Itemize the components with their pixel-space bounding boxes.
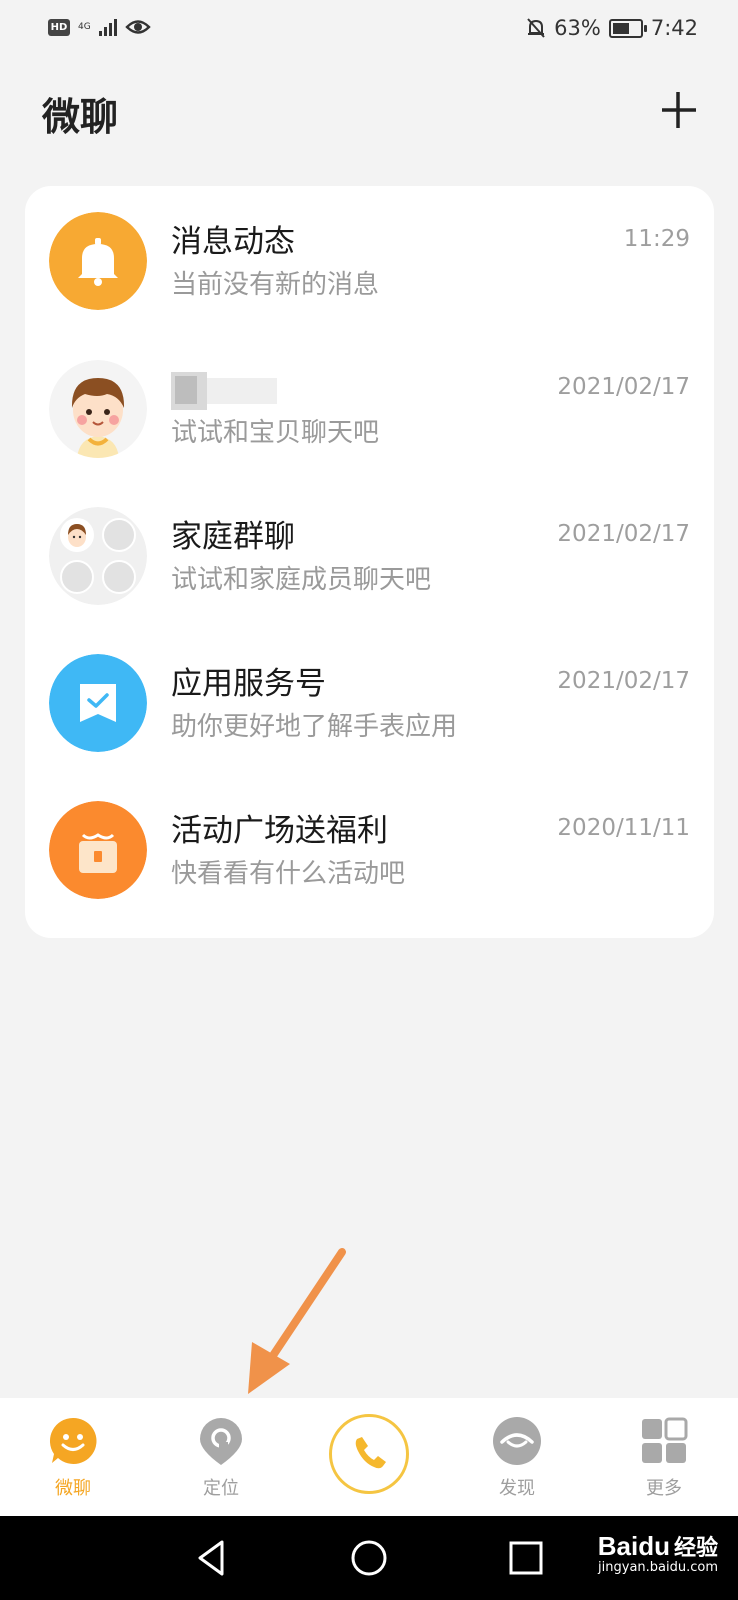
hd-badge: HD	[48, 18, 70, 36]
clock: 7:42	[650, 16, 698, 40]
battery-percent: 63%	[554, 16, 601, 40]
tab-label: 更多	[646, 1478, 682, 1499]
back-icon[interactable]	[190, 1536, 234, 1580]
conversation-time: 2020/11/11	[557, 815, 690, 841]
page-title: 微聊	[42, 95, 119, 139]
status-bar: HD 4G 63% 7:42	[0, 0, 738, 64]
status-left: HD 4G	[48, 18, 151, 36]
grid-more-icon	[642, 1417, 688, 1463]
watermark-brand: Baidu	[597, 1531, 670, 1561]
conversation-preview: 助你更好地了解手表应用	[171, 712, 458, 742]
child-avatar	[49, 360, 147, 458]
gift-icon	[49, 801, 147, 899]
signal-icon	[98, 18, 117, 36]
conversation-item-service-account[interactable]: 应用服务号 助你更好地了解手表应用 2021/02/17	[25, 628, 714, 768]
conversation-time: 11:29	[623, 226, 690, 252]
tab-chat[interactable]: 微聊	[28, 1412, 118, 1508]
conversation-item-family-group[interactable]: 家庭群聊 试试和家庭成员聊天吧 2021/02/17	[25, 481, 714, 621]
conversation-preview: 快看看有什么活动吧	[171, 859, 406, 889]
tab-more[interactable]: 更多	[619, 1412, 709, 1508]
status-right: 63% 7:42	[526, 16, 698, 40]
eye-discover-icon	[493, 1417, 541, 1465]
tab-discover[interactable]: 发现	[472, 1412, 562, 1508]
conversation-name: 家庭群聊	[171, 519, 295, 555]
service-icon	[49, 654, 147, 752]
conversation-name: 消息动态	[171, 224, 295, 260]
tab-label: 发现	[499, 1478, 535, 1499]
conversation-item-activity[interactable]: 活动广场送福利 快看看有什么活动吧 2020/11/11	[25, 775, 714, 915]
conversation-item-notifications[interactable]: 消息动态 当前没有新的消息 11:29	[25, 186, 714, 326]
battery-icon	[608, 18, 647, 38]
mute-bell-icon	[527, 18, 545, 38]
network-type: 4G	[78, 21, 91, 32]
bottom-tab-bar: 微聊 定位 发现 更多	[0, 1398, 738, 1516]
location-pin-icon	[200, 1418, 242, 1465]
baidu-watermark: Baidu 经验 jingyan.baidu.com	[598, 1530, 718, 1575]
conversation-time: 2021/02/17	[557, 521, 690, 547]
watermark-cn: 经验	[673, 1536, 718, 1561]
watermark-url: jingyan.baidu.com	[598, 1560, 718, 1575]
add-button[interactable]	[656, 88, 700, 132]
call-button[interactable]	[329, 1414, 409, 1494]
conversation-preview: 当前没有新的消息	[171, 270, 380, 300]
tab-location[interactable]: 定位	[176, 1412, 266, 1508]
conversation-list: 消息动态 当前没有新的消息 11:29 试试和宝贝聊天吧 2021/02/17	[25, 186, 714, 938]
conversation-name: 应用服务号	[171, 666, 326, 702]
tab-label: 微聊	[55, 1478, 91, 1499]
conversation-preview: 试试和家庭成员聊天吧	[171, 565, 432, 595]
conversation-time: 2021/02/17	[557, 374, 690, 400]
bell-icon	[49, 212, 147, 310]
system-nav-bar: Baidu 经验 jingyan.baidu.com	[0, 1516, 738, 1600]
recents-icon[interactable]	[504, 1536, 548, 1580]
tab-label: 定位	[203, 1478, 239, 1499]
blurred-name	[171, 372, 277, 410]
conversation-name: 活动广场送福利	[171, 813, 388, 849]
chat-smile-icon	[49, 1417, 97, 1464]
group-avatar	[49, 507, 147, 605]
home-icon[interactable]	[347, 1536, 391, 1580]
conversation-preview: 试试和宝贝聊天吧	[171, 418, 380, 448]
phone-icon	[355, 1437, 386, 1469]
conversation-item-baby[interactable]: 试试和宝贝聊天吧 2021/02/17	[25, 334, 714, 474]
eye-comfort-icon	[125, 20, 151, 34]
conversation-time: 2021/02/17	[557, 668, 690, 694]
